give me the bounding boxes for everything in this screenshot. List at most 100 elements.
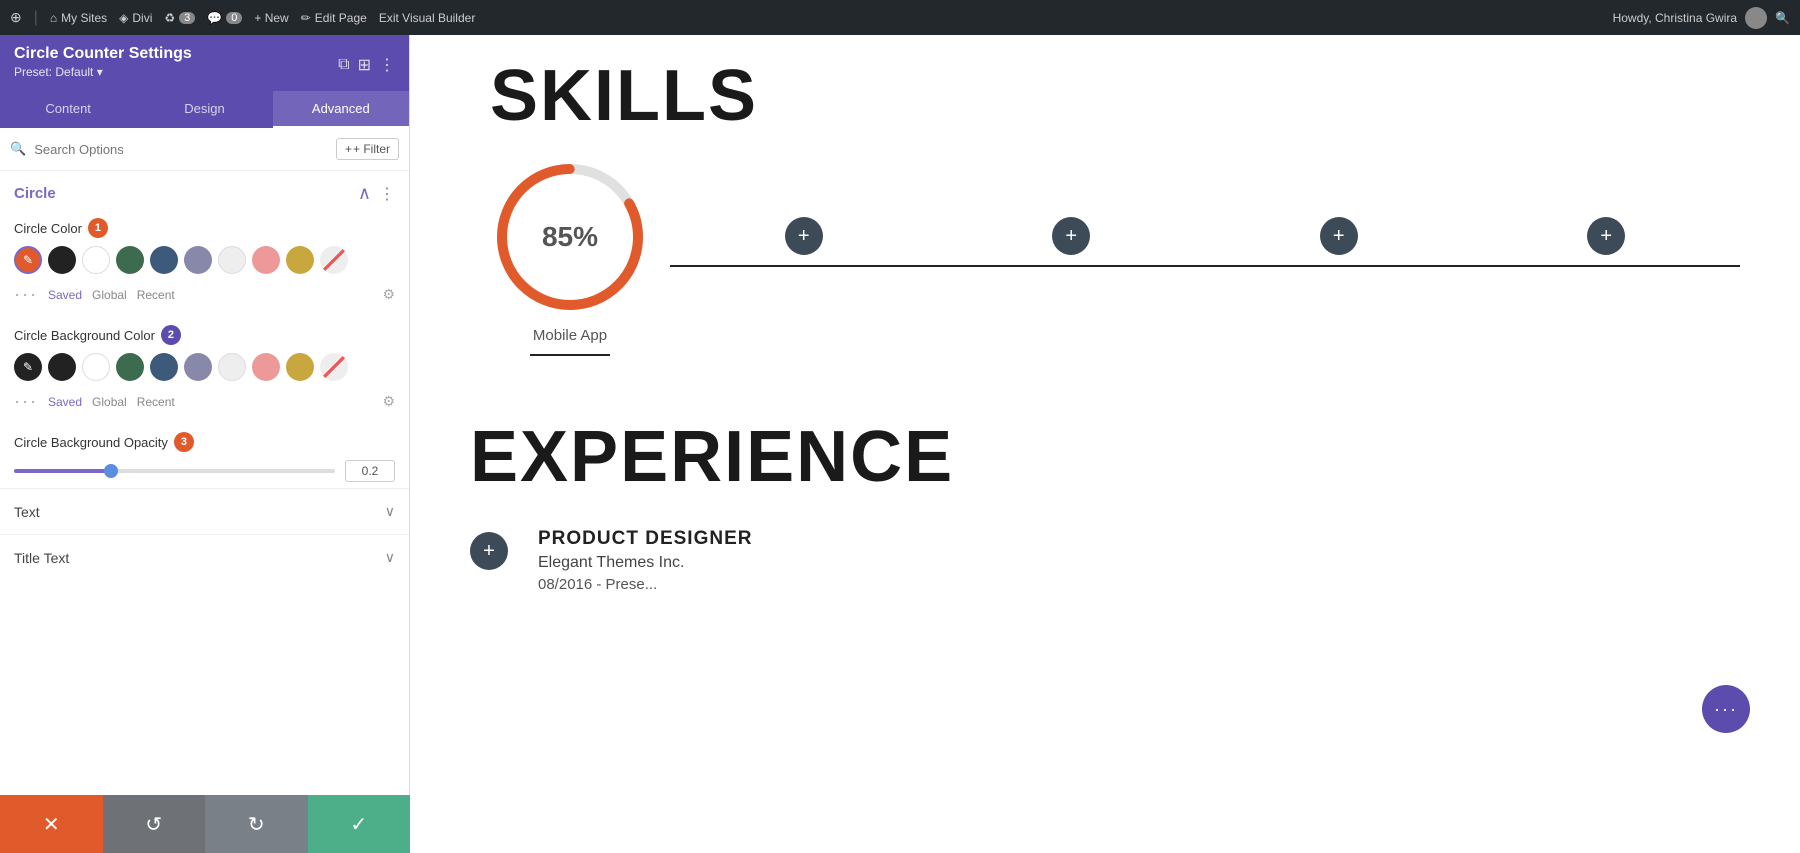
color-swatch-light[interactable] bbox=[218, 246, 246, 274]
badge-3: 3 bbox=[174, 432, 194, 452]
text-section-header[interactable]: Text ∨ bbox=[0, 489, 409, 534]
gear-icon-2[interactable]: ⚙ bbox=[382, 393, 395, 410]
add-experience-button[interactable]: + bbox=[470, 532, 508, 570]
color-swatch-2-blue[interactable] bbox=[150, 353, 178, 381]
add-col-1: + bbox=[670, 217, 938, 267]
filter-button[interactable]: + + Filter bbox=[336, 138, 399, 160]
comments-link[interactable]: ♻ 3 bbox=[164, 11, 195, 25]
collapse-icon[interactable]: ∧ bbox=[358, 183, 371, 204]
home-icon: ⌂ bbox=[50, 11, 57, 25]
my-sites-link[interactable]: ⌂ My Sites bbox=[50, 11, 107, 25]
color-swatch-green[interactable] bbox=[116, 246, 144, 274]
redo-button[interactable]: ↻ bbox=[205, 795, 308, 853]
saved-label-1[interactable]: Saved bbox=[48, 288, 82, 302]
color-swatch-none[interactable] bbox=[320, 246, 348, 274]
divi-icon: ◈ bbox=[119, 11, 128, 25]
color-swatch-2-lavender[interactable] bbox=[184, 353, 212, 381]
color-swatch-2-black[interactable] bbox=[48, 353, 76, 381]
cancel-button[interactable]: ✕ bbox=[0, 795, 103, 853]
avatar bbox=[1745, 7, 1767, 29]
section-more-icon[interactable]: ⋮ bbox=[379, 184, 395, 204]
add-col-3: + bbox=[1205, 217, 1473, 267]
chevron-down-text: ∨ bbox=[385, 503, 395, 520]
preset-dropdown[interactable]: Preset: Default bbox=[14, 63, 192, 85]
opacity-value-input[interactable] bbox=[345, 460, 395, 482]
circle-section-title: Circle bbox=[14, 185, 56, 202]
saved-label-2[interactable]: Saved bbox=[48, 395, 82, 409]
global-label-1[interactable]: Global bbox=[92, 288, 127, 302]
color-dots-1[interactable]: ··· bbox=[14, 284, 38, 305]
new-button[interactable]: + New bbox=[254, 11, 288, 25]
circle-svg: 85% bbox=[490, 157, 650, 317]
sidebar-header-icons: ⧉ ⊞ ⋮ bbox=[338, 55, 395, 75]
title-text-section: Title Text ∨ bbox=[0, 534, 409, 580]
add-button-1[interactable]: + bbox=[785, 217, 823, 255]
color-swatch-pink[interactable] bbox=[252, 246, 280, 274]
color-swatch-lavender[interactable] bbox=[184, 246, 212, 274]
sidebar-tabs: Content Design Advanced bbox=[0, 91, 409, 128]
color-swatch-2-green[interactable] bbox=[116, 353, 144, 381]
global-label-2[interactable]: Global bbox=[92, 395, 127, 409]
badge-2: 2 bbox=[161, 325, 181, 345]
circle-color-field: Circle Color 1 ✎ ··· Save bbox=[0, 212, 409, 319]
color-footer-1: ··· Saved Global Recent ⚙ bbox=[14, 280, 395, 313]
text-section: Text ∨ bbox=[0, 488, 409, 534]
grid-icon[interactable]: ⊞ bbox=[358, 55, 371, 75]
circle-bg-opacity-field: Circle Background Opacity 3 bbox=[0, 426, 409, 488]
color-swatch-white[interactable] bbox=[82, 246, 110, 274]
color-swatch-2-white[interactable] bbox=[82, 353, 110, 381]
tab-content[interactable]: Content bbox=[0, 91, 136, 128]
title-text-section-label: Title Text bbox=[14, 550, 69, 566]
job-details: PRODUCT DESIGNER Elegant Themes Inc. 08/… bbox=[538, 528, 752, 593]
sidebar: Circle Counter Settings Preset: Default … bbox=[0, 35, 410, 853]
recent-label-2[interactable]: Recent bbox=[137, 395, 175, 409]
recent-label-1[interactable]: Recent bbox=[137, 288, 175, 302]
circle-counter-1: 85% Mobile App bbox=[470, 157, 670, 356]
sidebar-title: Circle Counter Settings bbox=[14, 45, 192, 63]
add-line-3 bbox=[1205, 265, 1473, 267]
undo-button[interactable]: ↺ bbox=[103, 795, 206, 853]
wordpress-icon: ⊕ bbox=[10, 9, 22, 26]
tab-design[interactable]: Design bbox=[136, 91, 272, 128]
color-swatch-2-light[interactable] bbox=[218, 353, 246, 381]
color-swatch-2-gold[interactable] bbox=[286, 353, 314, 381]
copy-icon[interactable]: ⧉ bbox=[338, 56, 349, 74]
divi-link[interactable]: ◈ Divi bbox=[119, 11, 152, 25]
circle-color-label: Circle Color 1 bbox=[14, 218, 395, 238]
add-button-4[interactable]: + bbox=[1587, 217, 1625, 255]
add-line-2 bbox=[938, 265, 1206, 267]
wp-logo[interactable]: ⊕ bbox=[10, 9, 22, 26]
color-dots-2[interactable]: ··· bbox=[14, 391, 38, 412]
recycle-icon: ♻ bbox=[164, 11, 175, 25]
color-swatch-gold[interactable] bbox=[286, 246, 314, 274]
add-button-3[interactable]: + bbox=[1320, 217, 1358, 255]
add-button-2[interactable]: + bbox=[1052, 217, 1090, 255]
more-icon[interactable]: ⋮ bbox=[379, 55, 395, 75]
edit-page-button[interactable]: ✏ Edit Page bbox=[301, 11, 367, 25]
gear-icon-1[interactable]: ⚙ bbox=[382, 286, 395, 303]
x-icon: ✕ bbox=[43, 812, 60, 837]
save-button[interactable]: ✓ bbox=[308, 795, 411, 853]
job-company: Elegant Themes Inc. bbox=[538, 554, 752, 572]
search-input[interactable] bbox=[34, 142, 328, 157]
color-footer-2: ··· Saved Global Recent ⚙ bbox=[14, 387, 395, 420]
color-swatch-2-dark-active[interactable]: ✎ bbox=[14, 353, 42, 381]
sidebar-content: Circle ∧ ⋮ Circle Color 1 ✎ bbox=[0, 171, 409, 853]
opacity-slider-track[interactable] bbox=[14, 469, 335, 473]
circle-counters-row: 85% Mobile App + + + + bbox=[410, 157, 1800, 376]
opacity-slider-thumb[interactable] bbox=[104, 464, 118, 478]
color-swatch-2-pink[interactable] bbox=[252, 353, 280, 381]
color-swatch-black[interactable] bbox=[48, 246, 76, 274]
floating-menu-button[interactable]: ··· bbox=[1702, 685, 1750, 733]
circle-label: Mobile App bbox=[533, 327, 607, 344]
comments-bubble-link[interactable]: 💬 0 bbox=[207, 11, 242, 25]
color-swatch-orange-active[interactable]: ✎ bbox=[14, 246, 42, 274]
title-text-section-header[interactable]: Title Text ∨ bbox=[0, 535, 409, 580]
tab-advanced[interactable]: Advanced bbox=[273, 91, 409, 128]
exit-builder-button[interactable]: Exit Visual Builder bbox=[379, 11, 476, 25]
color-swatch-blue[interactable] bbox=[150, 246, 178, 274]
color-swatch-2-none[interactable] bbox=[320, 353, 348, 381]
search-icon[interactable]: 🔍 bbox=[1775, 11, 1790, 25]
redo-icon: ↻ bbox=[248, 812, 265, 837]
text-section-label: Text bbox=[14, 504, 40, 520]
